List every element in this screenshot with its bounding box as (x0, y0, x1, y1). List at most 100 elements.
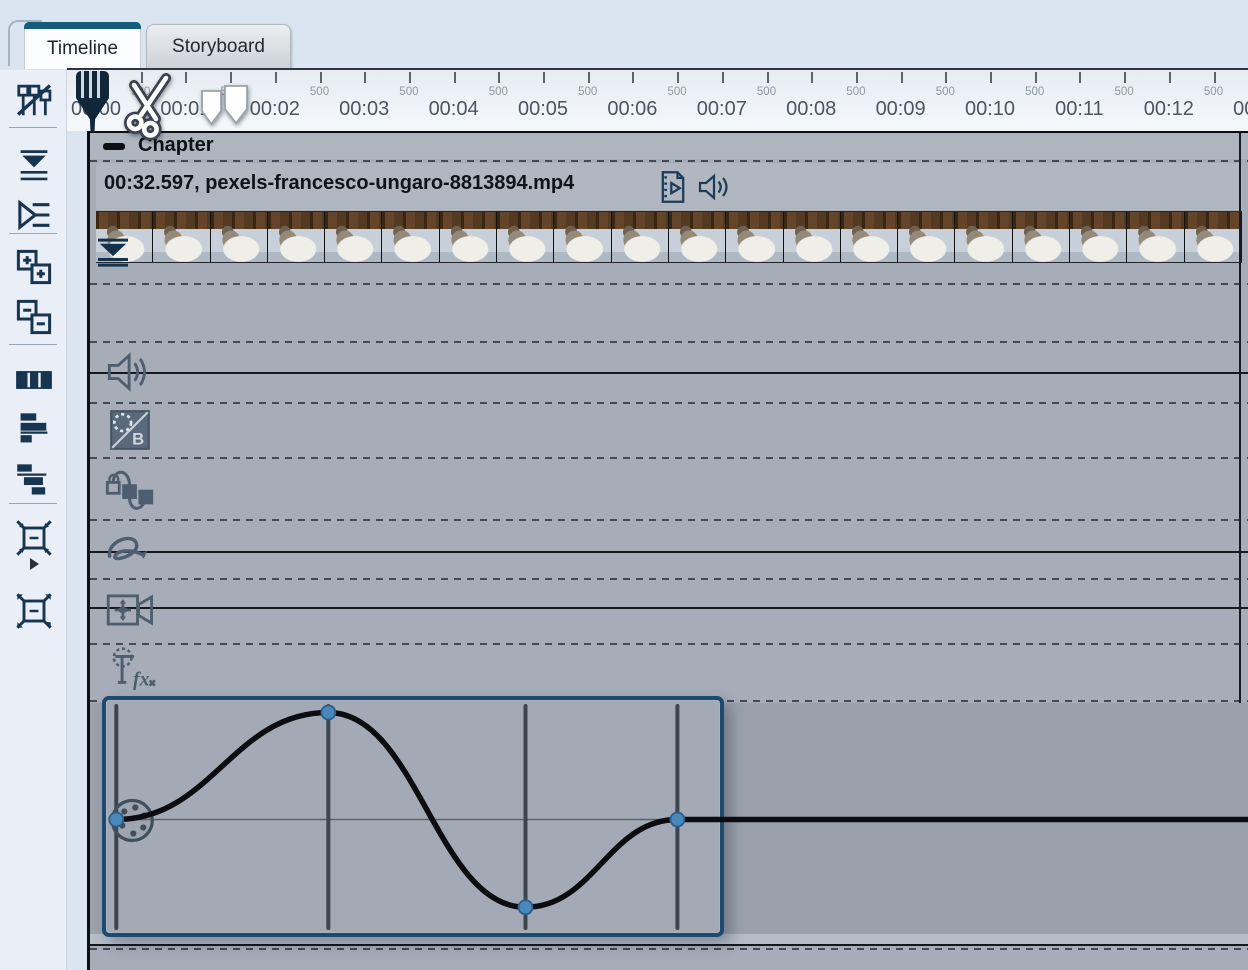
trajectory-envelope-line[interactable] (90, 551, 1248, 553)
tab-storyboard-label: Storyboard (172, 36, 265, 58)
faders-disabled-icon[interactable] (9, 78, 59, 122)
track-separator (90, 948, 1248, 950)
track-separator (90, 402, 1248, 404)
track-separator (90, 519, 1248, 521)
clip-thumbnail[interactable] (841, 212, 898, 262)
clip-thumbnail[interactable] (153, 212, 210, 262)
video-file-icon[interactable] (658, 170, 688, 204)
ruler-tick (364, 72, 366, 83)
ruler-second-label: 00:03 (339, 98, 389, 121)
tab-timeline-label: Timeline (24, 29, 141, 69)
panzoom-envelope-line[interactable] (90, 607, 1248, 609)
toolbar-flyout-arrow-icon[interactable] (30, 558, 39, 570)
curve-editor-panel[interactable] (102, 696, 724, 937)
text-effects-icon[interactable]: fx (106, 646, 160, 696)
ruler-half-second-label: 500 (1204, 86, 1223, 98)
ruler-second-label: 00:02 (250, 98, 300, 121)
scissors-cursor-icon (118, 72, 180, 140)
timeline-toolbar (0, 70, 67, 970)
clip-thumbnail[interactable] (1185, 212, 1242, 262)
tab-storyboard[interactable]: Storyboard (146, 24, 291, 69)
clip-thumbnail[interactable] (497, 212, 554, 262)
toolbar-separator (9, 233, 57, 234)
clip-header-row[interactable]: 00:32.597, pexels-francesco-ungaro-88138… (96, 163, 1242, 210)
ruler-half-second-label: 500 (1115, 86, 1134, 98)
ruler-tick (588, 72, 590, 83)
ruler-half-second-label: 500 (936, 86, 955, 98)
ruler-second-label: 00:09 (876, 98, 926, 121)
clip-thumbnail[interactable] (211, 212, 268, 262)
toolbar-separator (9, 127, 57, 128)
ruler-second-label: 00:06 (607, 98, 657, 121)
shrink-frame-icon[interactable] (9, 516, 59, 560)
clip-thumbnail[interactable] (726, 212, 783, 262)
timeline-left-border (87, 131, 90, 970)
video-editor-timeline-window: Timeline Storyboard (0, 0, 1248, 970)
ruler-half-second-label: 500 (757, 86, 776, 98)
clip-thumbnail[interactable] (1013, 212, 1070, 262)
ruler-tick (1169, 72, 1171, 83)
ruler-tick (856, 72, 858, 83)
clip-audio-speaker-icon[interactable] (697, 173, 730, 201)
clip-thumbnail[interactable] (784, 212, 841, 262)
audio-envelope-line[interactable] (90, 372, 1248, 374)
clip-thumbnail[interactable] (955, 212, 1012, 262)
add-object-icon[interactable] (9, 245, 59, 289)
ruler-second-label: 00:10 (965, 98, 1015, 121)
audio-volume-icon[interactable] (106, 350, 150, 394)
track-separator (90, 283, 1248, 285)
toolbar-separator (9, 503, 57, 504)
ruler-tick (945, 72, 947, 83)
clip-thumbnail[interactable] (669, 212, 726, 262)
clip-thumbnails (96, 211, 1242, 263)
ruler-tick (454, 72, 456, 83)
pan-zoom-icon[interactable] (105, 588, 157, 632)
clip-thumbnail[interactable] (440, 212, 497, 262)
ruler-tick (901, 72, 903, 83)
split-range-marker-icon[interactable] (198, 79, 252, 131)
keyframes-link-icon[interactable] (104, 464, 154, 516)
ruler-tick (275, 72, 277, 83)
chapter-collapse-icon[interactable] (103, 143, 125, 150)
track-separator (90, 578, 1248, 580)
clip-thumbnail[interactable] (325, 212, 382, 262)
ab-letter: B (132, 430, 144, 449)
stack-offset-icon[interactable] (9, 458, 59, 502)
clip-thumbnail[interactable] (382, 212, 439, 262)
clip-thumbnail[interactable] (612, 212, 669, 262)
clip-thumbnail[interactable] (1127, 212, 1184, 262)
ruler-half-second-label: 500 (489, 86, 508, 98)
fx-label: fx (133, 669, 150, 691)
toolbar-separator (9, 344, 57, 345)
filmstrip-icon[interactable] (9, 358, 59, 402)
clip-thumbnail[interactable] (1070, 212, 1127, 262)
tab-timeline[interactable]: Timeline (24, 22, 141, 69)
stack-align-left-icon[interactable] (9, 407, 59, 451)
clip-right-edge (1239, 131, 1242, 703)
append-right-icon[interactable] (9, 193, 59, 237)
clip-thumbnail[interactable] (554, 212, 611, 262)
ruler-half-second-label: 500 (1025, 86, 1044, 98)
insert-down-icon[interactable] (9, 143, 59, 187)
ruler-tick (543, 72, 545, 83)
chapter-bar[interactable]: Chapter (90, 131, 1248, 159)
ruler-tick (1214, 72, 1216, 83)
trajectory-icon[interactable] (102, 527, 156, 581)
track-separator (90, 457, 1248, 459)
ab-transition-icon[interactable]: B (107, 408, 153, 452)
expand-frame-icon[interactable] (9, 589, 59, 633)
ruler-tick (185, 72, 187, 83)
ruler-half-second-label: 500 (578, 86, 597, 98)
clip-insert-down-icon[interactable] (94, 237, 132, 267)
ruler-second-label: 00:13 (1233, 98, 1248, 121)
playhead-icon[interactable] (76, 71, 109, 99)
ruler-half-second-label: 500 (846, 86, 865, 98)
ruler-tick (677, 72, 679, 83)
ruler-tick (320, 72, 322, 83)
clip-thumbnail[interactable] (268, 212, 325, 262)
remove-object-icon[interactable] (9, 295, 59, 339)
clip-thumbnail[interactable] (898, 212, 955, 262)
ruler-second-label: 00:05 (518, 98, 568, 121)
ruler-tick (498, 72, 500, 83)
ruler-second-label: 00:08 (786, 98, 836, 121)
